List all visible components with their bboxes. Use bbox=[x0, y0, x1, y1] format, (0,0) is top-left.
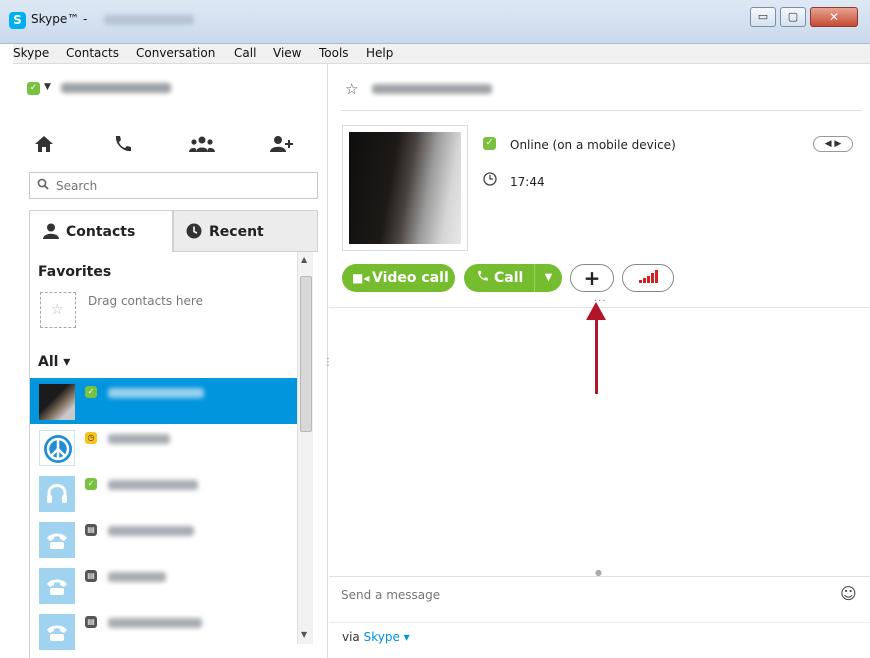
telephone-icon bbox=[39, 614, 75, 650]
close-button[interactable]: ✕ bbox=[810, 7, 858, 27]
scroll-down-icon[interactable]: ▼ bbox=[301, 630, 307, 639]
minimize-icon: ▭ bbox=[757, 10, 769, 23]
contact-tabs: Contacts Recent bbox=[29, 210, 318, 252]
contact-name-redacted bbox=[108, 618, 202, 628]
call-label: Call bbox=[494, 270, 524, 286]
headset-icon bbox=[39, 476, 75, 512]
emoticon-icon[interactable]: ☺ bbox=[840, 584, 857, 603]
list-item[interactable]: ▤ bbox=[30, 562, 298, 608]
list-item[interactable]: ▤ bbox=[30, 516, 298, 562]
contact-list-scrollbar[interactable]: ▲ ▼ bbox=[297, 252, 313, 644]
favorites-hint: Drag contacts here bbox=[88, 294, 203, 308]
phone-contact-icon: ▤ bbox=[85, 616, 97, 628]
list-item[interactable]: ◷ bbox=[30, 424, 298, 470]
status-dropdown-icon[interactable]: ▼ bbox=[44, 82, 51, 92]
menu-view[interactable]: View bbox=[273, 46, 301, 60]
video-call-button[interactable]: ■◂ Video call bbox=[342, 264, 455, 292]
mobile-online-icon: ✓ bbox=[483, 137, 496, 150]
contact-name-redacted bbox=[108, 526, 194, 536]
contact-local-time: 17:44 bbox=[510, 175, 545, 189]
maximize-button[interactable]: ▢ bbox=[780, 7, 806, 27]
conversation-contact-name-redacted bbox=[372, 84, 492, 94]
away-status-icon: ◷ bbox=[85, 432, 97, 444]
message-divider bbox=[329, 576, 870, 577]
telephone-icon bbox=[39, 522, 75, 558]
skype-window: S Skype™ - ▭ ▢ ✕ Skype Contacts Conversa… bbox=[0, 0, 870, 658]
call-quality-button[interactable] bbox=[622, 264, 674, 292]
all-contacts-filter[interactable]: All ▾ bbox=[38, 354, 70, 370]
minimize-button[interactable]: ▭ bbox=[750, 7, 776, 27]
menu-tools[interactable]: Tools bbox=[319, 46, 349, 60]
favorite-star-icon[interactable]: ☆ bbox=[345, 80, 358, 98]
maximize-icon: ▢ bbox=[787, 10, 799, 23]
menu-conversation[interactable]: Conversation bbox=[136, 46, 215, 60]
online-status-icon[interactable]: ✓ bbox=[27, 82, 40, 95]
avatar bbox=[39, 430, 75, 466]
list-item[interactable]: ▤ bbox=[30, 608, 298, 654]
contact-status-text: Online (on a mobile device) bbox=[510, 138, 676, 152]
contact-profile-picture bbox=[342, 125, 468, 251]
contact-name-redacted bbox=[108, 480, 198, 490]
tab-contacts-label: Contacts bbox=[66, 224, 136, 240]
contacts-panel: ✓ ▼ Contacts bbox=[13, 64, 328, 658]
phone-icon bbox=[475, 265, 489, 293]
via-skype-dropdown[interactable]: Skype ▾ bbox=[364, 630, 410, 644]
person-icon bbox=[42, 223, 60, 243]
contact-list: Favorites ☆ Drag contacts here All ▾ ✓ ◷ bbox=[29, 252, 318, 658]
footer-divider bbox=[329, 622, 870, 623]
add-people-button[interactable]: + bbox=[570, 264, 614, 292]
menu-help[interactable]: Help bbox=[366, 46, 393, 60]
video-camera-icon: ■◂ bbox=[352, 271, 370, 285]
video-call-label: Video call bbox=[372, 270, 449, 286]
skype-logo-icon: S bbox=[9, 12, 26, 29]
phone-contact-icon: ▤ bbox=[85, 570, 97, 582]
add-contact-icon[interactable] bbox=[269, 134, 295, 156]
list-item[interactable]: ✓ bbox=[30, 470, 298, 516]
favorites-heading: Favorites bbox=[38, 264, 112, 280]
avatar bbox=[39, 384, 75, 420]
menu-call[interactable]: Call bbox=[234, 46, 256, 60]
menu-contacts[interactable]: Contacts bbox=[66, 46, 119, 60]
menu-bar: Skype Contacts Conversation Call View To… bbox=[13, 44, 870, 64]
window-title-username-redacted bbox=[104, 15, 194, 25]
tab-recent[interactable]: Recent bbox=[173, 210, 318, 252]
message-input[interactable] bbox=[341, 584, 821, 606]
search-box[interactable] bbox=[29, 172, 318, 199]
contact-name-redacted bbox=[108, 572, 166, 582]
prev-next-arrows-icon[interactable]: ◀ ▶ bbox=[813, 136, 853, 152]
search-icon bbox=[37, 178, 49, 193]
call-button[interactable]: Call ▼ bbox=[464, 264, 562, 292]
search-input[interactable] bbox=[56, 176, 311, 195]
title-bar: S Skype™ - ▭ ▢ ✕ bbox=[0, 0, 870, 44]
profile-name-redacted[interactable] bbox=[61, 83, 171, 93]
tab-contacts[interactable]: Contacts bbox=[29, 210, 173, 252]
telephone-icon bbox=[39, 568, 75, 604]
list-item[interactable]: ✓ bbox=[30, 378, 298, 424]
online-status-icon: ✓ bbox=[85, 478, 97, 490]
phone-contact-icon: ▤ bbox=[85, 524, 97, 536]
contact-name-redacted bbox=[108, 434, 170, 444]
local-time-clock-icon bbox=[483, 172, 497, 190]
menu-skype[interactable]: Skype bbox=[13, 46, 49, 60]
call-dropdown-icon[interactable]: ▼ bbox=[534, 264, 562, 292]
contact-name-redacted bbox=[108, 388, 204, 398]
profile-photo bbox=[349, 132, 461, 244]
header-divider bbox=[341, 110, 862, 111]
conversation-panel: ☆ ✓ Online (on a mobile device) 17:44 ◀ … bbox=[329, 64, 870, 658]
home-icon[interactable] bbox=[31, 134, 57, 156]
via-selector: via Skype ▾ bbox=[342, 630, 410, 644]
window-title: Skype™ - bbox=[31, 12, 88, 26]
scroll-up-icon[interactable]: ▲ bbox=[301, 255, 307, 264]
red-arrow-annotation-shaft bbox=[595, 314, 598, 394]
scroll-thumb[interactable] bbox=[300, 276, 312, 432]
tab-recent-label: Recent bbox=[209, 224, 264, 240]
mobile-online-icon: ✓ bbox=[85, 386, 97, 398]
favorites-drop-zone[interactable]: ☆ bbox=[40, 292, 76, 328]
clock-icon bbox=[186, 223, 202, 243]
close-icon: ✕ bbox=[828, 10, 840, 24]
star-outline-icon: ☆ bbox=[51, 302, 64, 318]
group-icon[interactable] bbox=[189, 134, 215, 156]
via-label: via bbox=[342, 630, 360, 644]
phone-icon[interactable] bbox=[109, 134, 135, 156]
